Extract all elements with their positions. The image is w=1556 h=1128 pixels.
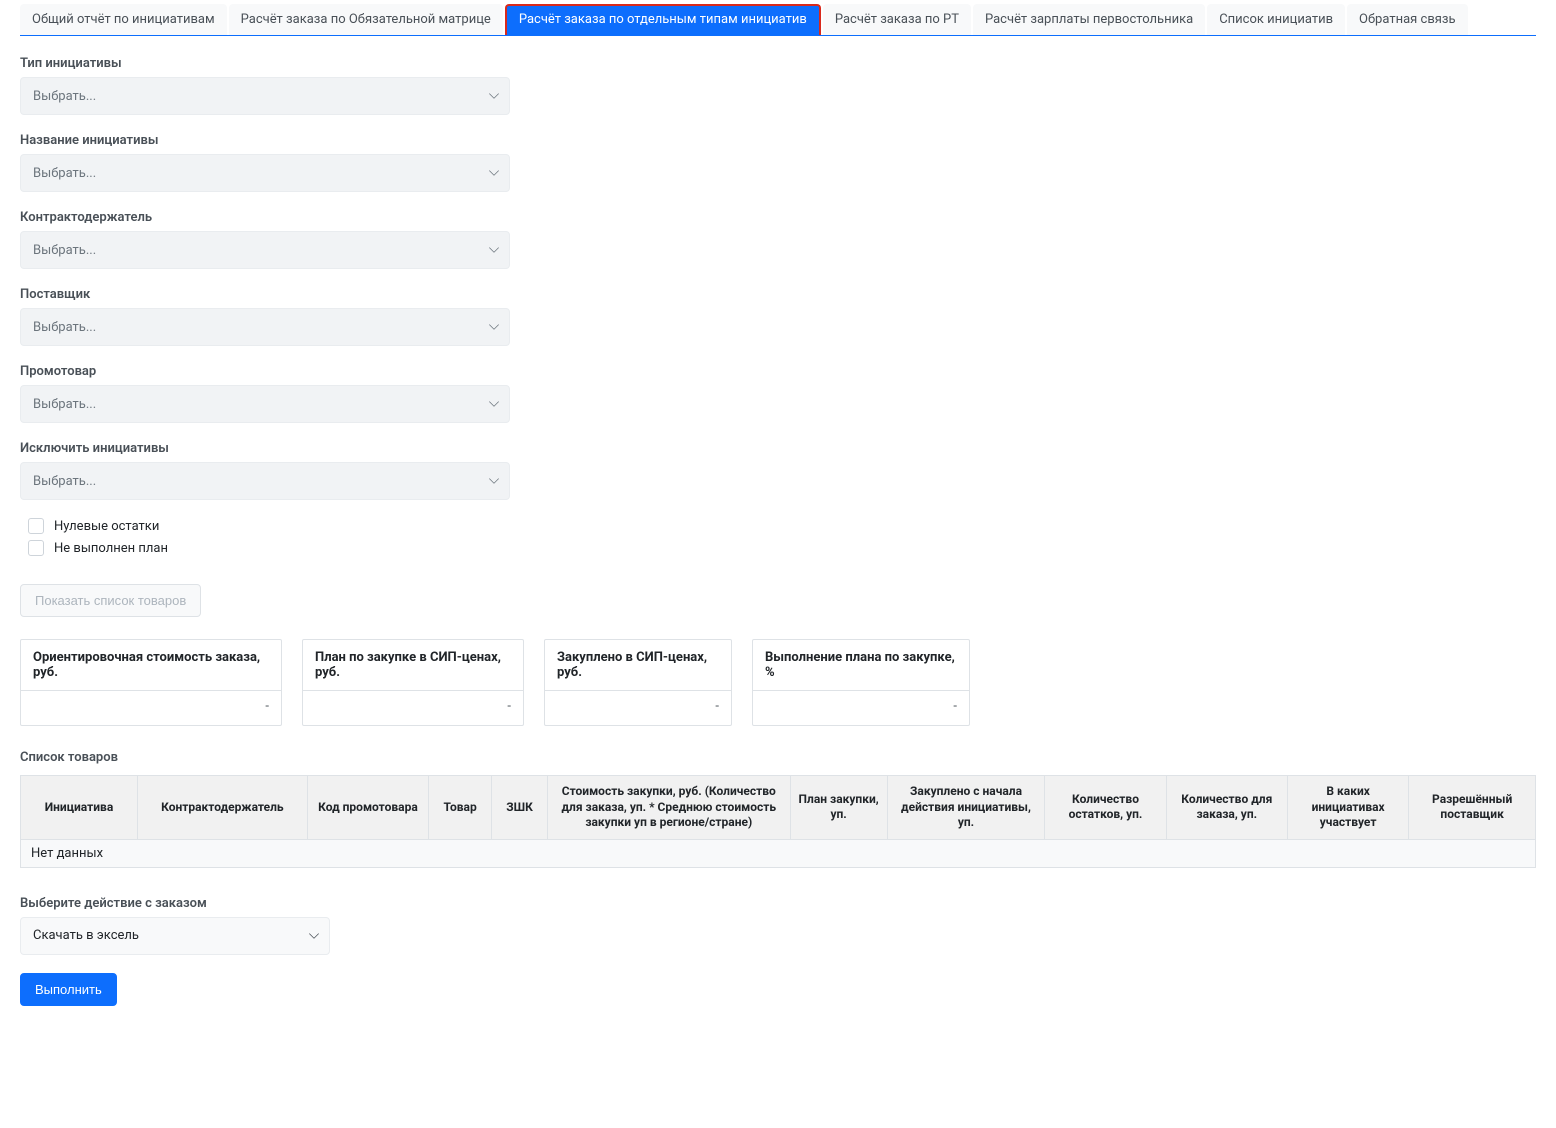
- action-select-value: Скачать в эксель: [33, 928, 139, 943]
- summary-card-0: Ориентировочная стоимость заказа, руб.-: [20, 639, 282, 726]
- goods-col-4[interactable]: ЗШК: [492, 776, 548, 839]
- plan_failed-checkbox[interactable]: [28, 540, 44, 556]
- checkbox-row-zero_stock: Нулевые остатки: [20, 518, 1536, 534]
- goods-col-5[interactable]: Стоимость закупки, руб. (Количество для …: [547, 776, 790, 839]
- summary-card-3: Выполнение плана по закупке, %-: [752, 639, 970, 726]
- supplier-placeholder: Выбрать...: [33, 320, 96, 335]
- table-nodata-row: Нет данных: [21, 839, 1535, 867]
- goods-col-0[interactable]: Инициатива: [21, 776, 137, 839]
- tab-4[interactable]: Расчёт зарплаты первостольника: [973, 4, 1205, 35]
- tab-5[interactable]: Список инициатив: [1207, 4, 1345, 35]
- goods-col-2[interactable]: Код промотовара: [307, 776, 428, 839]
- summary-header-0: Ориентировочная стоимость заказа, руб.: [21, 640, 281, 691]
- goods-col-7[interactable]: Закуплено с начала действия инициативы, …: [887, 776, 1045, 839]
- goods-section-title: Список товаров: [20, 750, 1536, 765]
- goods-col-11[interactable]: Разрешённый поставщик: [1409, 776, 1535, 839]
- initiative_name-placeholder: Выбрать...: [33, 166, 96, 181]
- summary-card-2: Закуплено в СИП-ценах, руб.-: [544, 639, 732, 726]
- exclude_initiatives-select[interactable]: Выбрать...: [20, 462, 510, 500]
- table-nodata-cell: Нет данных: [21, 839, 1535, 867]
- goods-table: ИнициативаКонтрактодержательКод промотов…: [21, 776, 1535, 867]
- goods-col-3[interactable]: Товар: [429, 776, 492, 839]
- zero_stock-checkbox[interactable]: [28, 518, 44, 534]
- tab-3[interactable]: Расчёт заказа по РТ: [823, 4, 971, 35]
- summary-value-2: -: [545, 691, 731, 725]
- promo_goods-label: Промотовар: [20, 364, 1536, 379]
- tab-6[interactable]: Обратная связь: [1347, 4, 1468, 35]
- supplier-label: Поставщик: [20, 287, 1536, 302]
- summary-value-0: -: [21, 691, 281, 725]
- tab-0[interactable]: Общий отчёт по инициативам: [20, 4, 227, 35]
- submit-button[interactable]: Выполнить: [20, 973, 117, 1006]
- supplier-select[interactable]: Выбрать...: [20, 308, 510, 346]
- initiative_type-select[interactable]: Выбрать...: [20, 77, 510, 115]
- summary-row: Ориентировочная стоимость заказа, руб.-П…: [20, 639, 1536, 726]
- goods-col-6[interactable]: План закупки, уп.: [790, 776, 887, 839]
- action-select[interactable]: Скачать в эксель: [20, 917, 330, 955]
- exclude_initiatives-label: Исключить инициативы: [20, 441, 1536, 456]
- summary-value-1: -: [303, 691, 523, 725]
- goods-col-8[interactable]: Количество остатков, уп.: [1045, 776, 1166, 839]
- plan_failed-checkbox-label: Не выполнен план: [54, 541, 168, 556]
- summary-header-1: План по закупке в СИП-ценах, руб.: [303, 640, 523, 691]
- summary-header-3: Выполнение плана по закупке, %: [753, 640, 969, 691]
- initiative_name-label: Название инициативы: [20, 133, 1536, 148]
- zero_stock-checkbox-label: Нулевые остатки: [54, 519, 159, 534]
- tabs-bar: Общий отчёт по инициативамРасчёт заказа …: [20, 0, 1536, 36]
- tab-1[interactable]: Расчёт заказа по Обязательной матрице: [229, 4, 503, 35]
- contract_holder-select[interactable]: Выбрать...: [20, 231, 510, 269]
- promo_goods-select[interactable]: Выбрать...: [20, 385, 510, 423]
- summary-header-2: Закуплено в СИП-ценах, руб.: [545, 640, 731, 691]
- goods-col-9[interactable]: Количество для заказа, уп.: [1166, 776, 1287, 839]
- initiative_type-placeholder: Выбрать...: [33, 89, 96, 104]
- contract_holder-placeholder: Выбрать...: [33, 243, 96, 258]
- exclude_initiatives-placeholder: Выбрать...: [33, 474, 96, 489]
- show-goods-button[interactable]: Показать список товаров: [20, 584, 201, 617]
- contract_holder-label: Контрактодержатель: [20, 210, 1536, 225]
- initiative_name-select[interactable]: Выбрать...: [20, 154, 510, 192]
- initiative_type-label: Тип инициативы: [20, 56, 1536, 71]
- tab-2[interactable]: Расчёт заказа по отдельным типам инициат…: [505, 4, 821, 35]
- goods-col-10[interactable]: В каких инициативах участвует: [1287, 776, 1408, 839]
- goods-col-1[interactable]: Контрактодержатель: [137, 776, 307, 839]
- summary-value-3: -: [753, 691, 969, 725]
- checkbox-group: Нулевые остатки Не выполнен план: [20, 518, 1536, 556]
- summary-card-1: План по закупке в СИП-ценах, руб.-: [302, 639, 524, 726]
- checkbox-row-plan_failed: Не выполнен план: [20, 540, 1536, 556]
- promo_goods-placeholder: Выбрать...: [33, 397, 96, 412]
- goods-table-wrap: ИнициативаКонтрактодержательКод промотов…: [20, 775, 1536, 868]
- action-section-label: Выберите действие с заказом: [20, 896, 1536, 911]
